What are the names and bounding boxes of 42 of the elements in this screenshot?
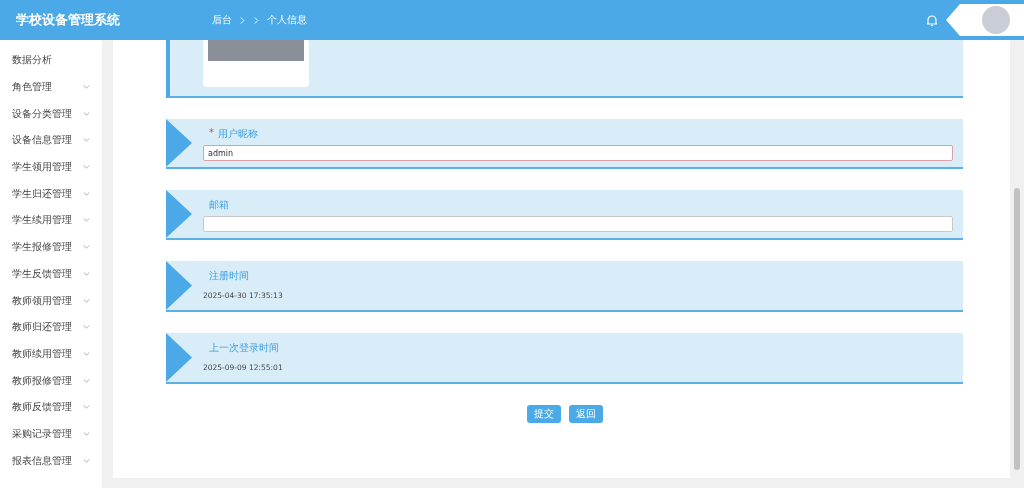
- photo-placeholder[interactable]: [203, 40, 309, 87]
- chevron-down-icon: [83, 378, 90, 383]
- chevron-down-icon: [83, 351, 90, 356]
- field-label: 邮箱: [209, 198, 229, 212]
- sidebar-item[interactable]: 学生报修管理: [0, 233, 102, 261]
- sidebar-item[interactable]: 教师反馈管理: [0, 393, 102, 421]
- chevron-down-icon: [83, 245, 90, 250]
- field-label: 用户昵称: [218, 127, 258, 141]
- sidebar-item[interactable]: 设备信息管理: [0, 127, 102, 154]
- sidebar-item[interactable]: 采购记录管理: [0, 420, 102, 448]
- chevron-down-icon: [83, 325, 90, 330]
- bell-icon[interactable]: [926, 13, 938, 27]
- sidebar-item[interactable]: 学生反馈管理: [0, 260, 102, 288]
- chevron-down-icon: [83, 431, 90, 436]
- avatar[interactable]: [982, 6, 1010, 34]
- sidebar-item[interactable]: 学生归还管理: [0, 180, 102, 208]
- sidebar-item[interactable]: 学生领用管理: [0, 153, 102, 181]
- field-label: 上一次登录时间: [209, 341, 279, 355]
- sidebar-item[interactable]: 教师报修管理: [0, 367, 102, 394]
- field-label: 注册时间: [209, 269, 249, 283]
- chevron-down-icon: [83, 111, 90, 116]
- chevron-down-icon: [83, 191, 90, 196]
- required-mark: *: [209, 127, 214, 140]
- sidebar-item[interactable]: 设备分类管理: [0, 100, 102, 128]
- text-field[interactable]: [203, 216, 953, 232]
- text-field[interactable]: admin: [203, 145, 953, 161]
- chevron-down-icon: [83, 218, 90, 223]
- chevron-down-icon: [83, 138, 90, 143]
- chevron-down-icon: [83, 458, 90, 463]
- chevron-down-icon: [83, 405, 90, 410]
- chevron-down-icon: [83, 298, 90, 303]
- sidebar-item[interactable]: 学生续用管理: [0, 207, 102, 234]
- sidebar-item[interactable]: 教师领用管理: [0, 287, 102, 314]
- sidebar-item[interactable]: 教师归还管理: [0, 313, 102, 341]
- chevron-down-icon: [83, 85, 90, 90]
- sidebar-item[interactable]: 角色管理: [0, 73, 102, 101]
- app-title: 学校设备管理系统: [16, 11, 121, 29]
- sidebar-item[interactable]: 数据分析: [0, 47, 102, 74]
- chevron-down-icon: [83, 165, 90, 170]
- chevron-down-icon: [83, 271, 90, 276]
- sidebar-item[interactable]: 教师续用管理: [0, 340, 102, 368]
- sidebar-item[interactable]: 报表信息管理: [0, 447, 102, 474]
